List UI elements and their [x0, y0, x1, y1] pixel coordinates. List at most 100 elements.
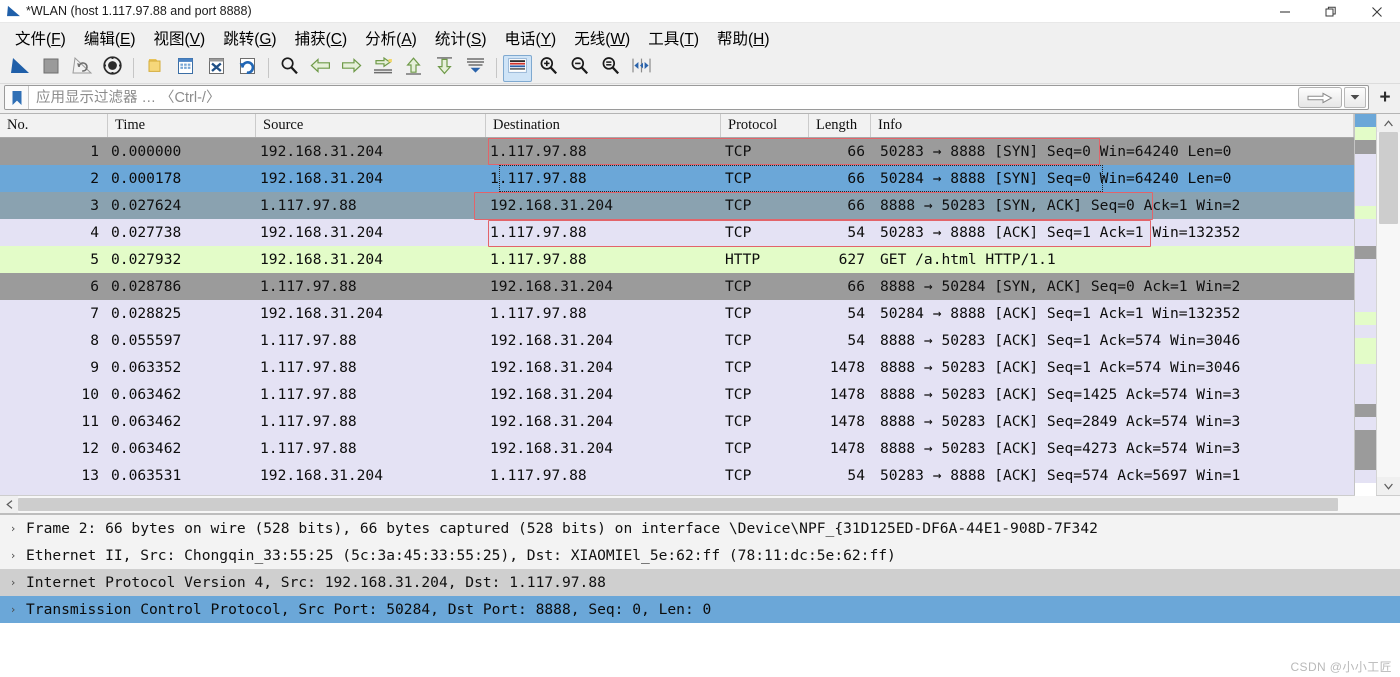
find-packet-button[interactable]	[275, 55, 304, 82]
packet-row[interactable]: 9 0.063352 1.117.97.88 192.168.31.204 TCP 147…	[0, 354, 1354, 381]
scroll-up-button[interactable]	[1377, 114, 1400, 132]
packet-cell-length: 1478	[809, 494, 871, 495]
go-last-packet-button[interactable]	[430, 55, 459, 82]
detail-row[interactable]: › Ethernet II, Src: Chongqin_33:55:25 (5c…	[0, 542, 1400, 569]
add-filter-button[interactable]: +	[1374, 85, 1396, 110]
packet-cell-time: 0.066318	[108, 494, 256, 495]
packet-cell-source: 1.117.97.88	[256, 494, 486, 495]
expand-twisty-icon[interactable]: ›	[0, 549, 26, 562]
scroll-left-button[interactable]	[0, 496, 18, 513]
menu-item-5[interactable]: 分析(A)	[356, 24, 426, 52]
column-header-length[interactable]: Length	[809, 114, 871, 137]
packet-row[interactable]: 2 0.000178 192.168.31.204 1.117.97.88 TCP 66 5…	[0, 165, 1354, 192]
open-file-button[interactable]	[140, 55, 169, 82]
restart-capture-button[interactable]	[67, 55, 96, 82]
vscroll-thumb[interactable]	[1379, 132, 1398, 224]
minimap-segment	[1355, 272, 1376, 286]
column-header-time[interactable]: Time	[108, 114, 256, 137]
expand-twisty-icon[interactable]: ›	[0, 576, 26, 589]
packet-row[interactable]: 8 0.055597 1.117.97.88 192.168.31.204 TCP 54 8…	[0, 327, 1354, 354]
packet-row[interactable]: 3 0.027624 1.117.97.88 192.168.31.204 TCP 66 8…	[0, 192, 1354, 219]
menu-item-9[interactable]: 工具(T)	[639, 24, 708, 52]
colorize-packets-button[interactable]	[503, 54, 532, 82]
packet-cell-destination: 1.117.97.88	[490, 305, 587, 322]
vscroll-track[interactable]	[1377, 132, 1400, 477]
column-header-info[interactable]: Info	[871, 114, 1354, 137]
column-header-no[interactable]: No.	[0, 114, 108, 137]
minimize-button[interactable]	[1262, 0, 1308, 23]
scroll-down-button[interactable]	[1377, 477, 1400, 495]
restore-icon	[1325, 6, 1336, 16]
menu-item-7[interactable]: 电话(Y)	[496, 24, 566, 52]
packet-row[interactable]: 140.0663181.117.97.88192.168.31.204TCP14…	[0, 489, 1354, 495]
packet-overview-minimap[interactable]	[1355, 114, 1376, 496]
apply-filter-button[interactable]	[1298, 87, 1342, 108]
close-file-button[interactable]	[202, 55, 231, 82]
expand-twisty-icon[interactable]: ›	[0, 603, 26, 616]
packet-cell-source: 1.117.97.88	[260, 332, 357, 349]
menu-item-1[interactable]: 编辑(E)	[75, 24, 145, 52]
filter-dropdown-button[interactable]	[1344, 87, 1366, 108]
menu-item-0[interactable]: 文件(F)	[6, 24, 75, 52]
restart-capture-icon	[71, 56, 93, 80]
resize-columns-button[interactable]	[627, 55, 656, 82]
packet-row[interactable]: 13 0.063531 192.168.31.204 1.117.97.88 TCP 54…	[0, 462, 1354, 489]
packet-list-header: No. Time Source Destination Protocol Length In…	[0, 114, 1354, 138]
packet-cell-protocol: TCP	[725, 386, 752, 403]
detail-row[interactable]: › Transmission Control Protocol, Src Port…	[0, 596, 1400, 623]
filter-input-wrapper[interactable]	[4, 85, 1369, 110]
minimap-segment	[1355, 337, 1376, 352]
packet-row[interactable]: 5 0.027932 192.168.31.204 1.117.97.88 HTTP 62…	[0, 246, 1354, 273]
menu-item-10[interactable]: 帮助(H)	[708, 24, 779, 52]
minimap-segment	[1355, 351, 1376, 365]
go-first-packet-button[interactable]	[399, 55, 428, 82]
auto-scroll-button[interactable]	[461, 55, 490, 82]
hscroll-thumb[interactable]	[18, 498, 1338, 511]
packet-cell-length: 66	[847, 143, 865, 160]
expand-twisty-icon[interactable]: ›	[0, 522, 26, 535]
capture-options-button[interactable]	[98, 55, 127, 82]
packet-row[interactable]: 6 0.028786 1.117.97.88 192.168.31.204 TCP 66 8…	[0, 273, 1354, 300]
colorize-packets-icon	[507, 57, 528, 79]
go-forward-button[interactable]	[337, 55, 366, 82]
column-header-source[interactable]: Source	[256, 114, 486, 137]
detail-row[interactable]: › Frame 2: 66 bytes on wire (528 bits), 6…	[0, 515, 1400, 542]
packet-row[interactable]: 11 0.063462 1.117.97.88 192.168.31.204 TCP 14…	[0, 408, 1354, 435]
menu-item-6[interactable]: 统计(S)	[426, 24, 496, 52]
start-capture-button[interactable]	[5, 55, 34, 82]
stop-capture-button[interactable]	[36, 55, 65, 82]
go-back-button[interactable]	[306, 55, 335, 82]
zoom-reset-button[interactable]	[596, 55, 625, 82]
zoom-out-button[interactable]	[565, 55, 594, 82]
packet-row[interactable]: 10 0.063462 1.117.97.88 192.168.31.204 TCP 14…	[0, 381, 1354, 408]
packet-cell-info: 8888 → 50283 [ACK] Seq=1 Ack=574 Win=304…	[880, 332, 1241, 349]
packet-cell-no: 2	[90, 170, 99, 187]
zoom-in-button[interactable]	[534, 55, 563, 82]
packet-cell-time: 0.027738	[111, 224, 182, 241]
packet-cell-info: 8888 → 50283 [ACK] Seq=1425 Ack=574 Win=…	[880, 386, 1241, 403]
packet-list-hscrollbar[interactable]	[0, 495, 1400, 513]
display-filter-input[interactable]	[29, 86, 1298, 109]
save-file-button[interactable]	[171, 55, 200, 82]
packet-row[interactable]: 4 0.027738 192.168.31.204 1.117.97.88 TCP 54 5…	[0, 219, 1354, 246]
column-header-destination[interactable]: Destination	[486, 114, 721, 137]
go-to-packet-button[interactable]	[368, 55, 397, 82]
maximize-restore-button[interactable]	[1308, 0, 1354, 23]
minimap-segment	[1355, 140, 1376, 154]
menu-item-2[interactable]: 视图(V)	[145, 24, 215, 52]
detail-row[interactable]: › Internet Protocol Version 4, Src: 192.1…	[0, 569, 1400, 596]
packet-row[interactable]: 7 0.028825 192.168.31.204 1.117.97.88 TCP 54 5…	[0, 300, 1354, 327]
menu-item-8[interactable]: 无线(W)	[565, 24, 639, 52]
hscroll-track[interactable]	[18, 496, 1400, 513]
reload-file-button[interactable]	[233, 55, 262, 82]
packet-cell-info: 50283 → 8888 [SYN] Seq=0 Win=64240 Len=0	[880, 143, 1232, 160]
filter-bookmark-button[interactable]	[5, 86, 29, 109]
menu-item-4[interactable]: 捕获(C)	[286, 24, 357, 52]
menu-item-3[interactable]: 跳转(G)	[214, 24, 285, 52]
packet-cell-source: 192.168.31.204	[260, 251, 384, 268]
close-button[interactable]	[1354, 0, 1400, 23]
packet-row[interactable]: 1 0.000000 192.168.31.204 1.117.97.88 TCP 66 5…	[0, 138, 1354, 165]
column-header-protocol[interactable]: Protocol	[721, 114, 809, 137]
packet-row[interactable]: 12 0.063462 1.117.97.88 192.168.31.204 TCP 14…	[0, 435, 1354, 462]
packet-list-vscrollbar[interactable]	[1376, 114, 1400, 495]
